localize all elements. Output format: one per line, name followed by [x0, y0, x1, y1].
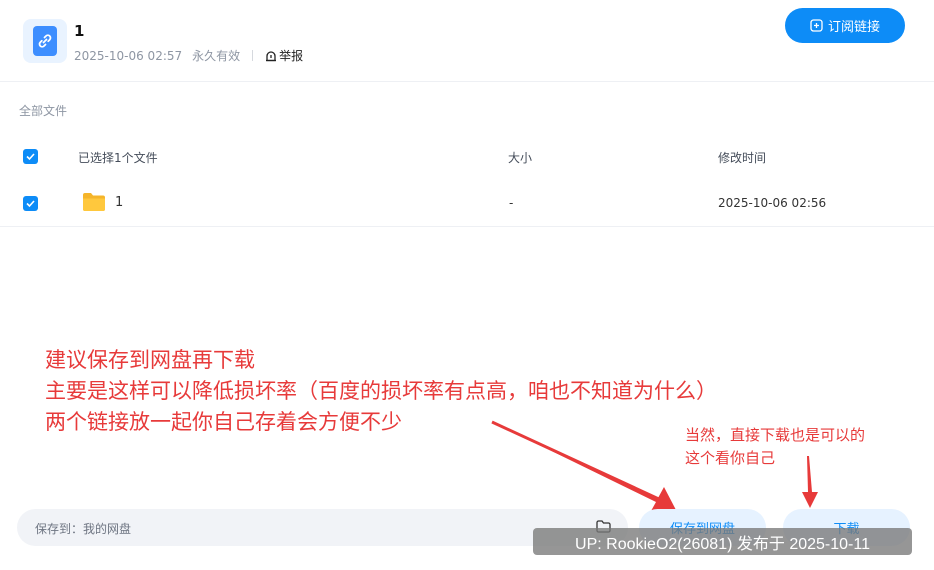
file-name[interactable]: 1 — [115, 195, 123, 210]
check-icon — [26, 153, 35, 161]
share-page: 1 2025-10-06 02:57 永久有效 举报 订阅链接 全部文件 已选择… — [0, 0, 934, 570]
report-label: 举报 — [279, 49, 304, 63]
file-modified: 2025-10-06 02:56 — [718, 196, 827, 210]
annotation-arrows — [491, 420, 818, 511]
uploader-watermark: UP: RookieO2(26081) 发布于 2025-10-11 — [533, 528, 912, 555]
row-checkbox[interactable] — [23, 196, 38, 211]
meta-divider — [252, 50, 254, 61]
size-column-header[interactable]: 大小 — [508, 149, 532, 166]
file-table-header: 已选择1个文件 大小 修改时间 — [0, 138, 934, 176]
share-meta: 2025-10-06 02:57 永久有效 举报 — [74, 47, 303, 64]
share-title: 1 — [74, 22, 85, 40]
annotation-line: 当然，直接下载也是可以的 — [685, 426, 866, 444]
report-link[interactable]: 举报 — [265, 47, 303, 64]
annotation-line: 主要是这样可以降低损坏率（百度的损坏率有点高，咱也不知道为什么） — [45, 379, 717, 403]
annotation-line: 这个看你自己 — [685, 449, 776, 467]
annotation-line: 两个链接放一起你自己存着会方便不少 — [45, 410, 402, 434]
table-row[interactable]: 1 - 2025-10-06 02:56 — [0, 181, 934, 227]
breadcrumb[interactable]: 全部文件 — [19, 102, 67, 119]
file-size: - — [509, 196, 514, 210]
report-icon — [266, 50, 277, 61]
annotation-line: 建议保存到网盘再下载 — [45, 348, 255, 372]
folder-icon — [83, 193, 105, 211]
share-header: 1 2025-10-06 02:57 永久有效 举报 订阅链接 — [0, 0, 934, 82]
subscribe-label: 订阅链接 — [827, 20, 880, 35]
selected-count-header: 已选择1个文件 — [78, 151, 158, 165]
share-date: 2025-10-06 02:57 — [74, 48, 183, 63]
modified-column-header[interactable]: 修改时间 — [718, 149, 766, 166]
add-icon — [810, 19, 823, 32]
annotation-side: 当然，直接下载也是可以的 这个看你自己 — [685, 424, 865, 470]
annotation-main: 建议保存到网盘再下载 主要是这样可以降低损坏率（百度的损坏率有点高，咱也不知道为… — [45, 345, 717, 438]
share-validity: 永久有效 — [192, 49, 241, 63]
subscribe-link-button[interactable]: 订阅链接 — [785, 8, 905, 43]
link-file-icon — [23, 19, 67, 63]
select-all-checkbox[interactable] — [23, 149, 38, 164]
check-icon — [26, 200, 35, 208]
save-path-label: 保存到：我的网盘 — [35, 522, 132, 536]
